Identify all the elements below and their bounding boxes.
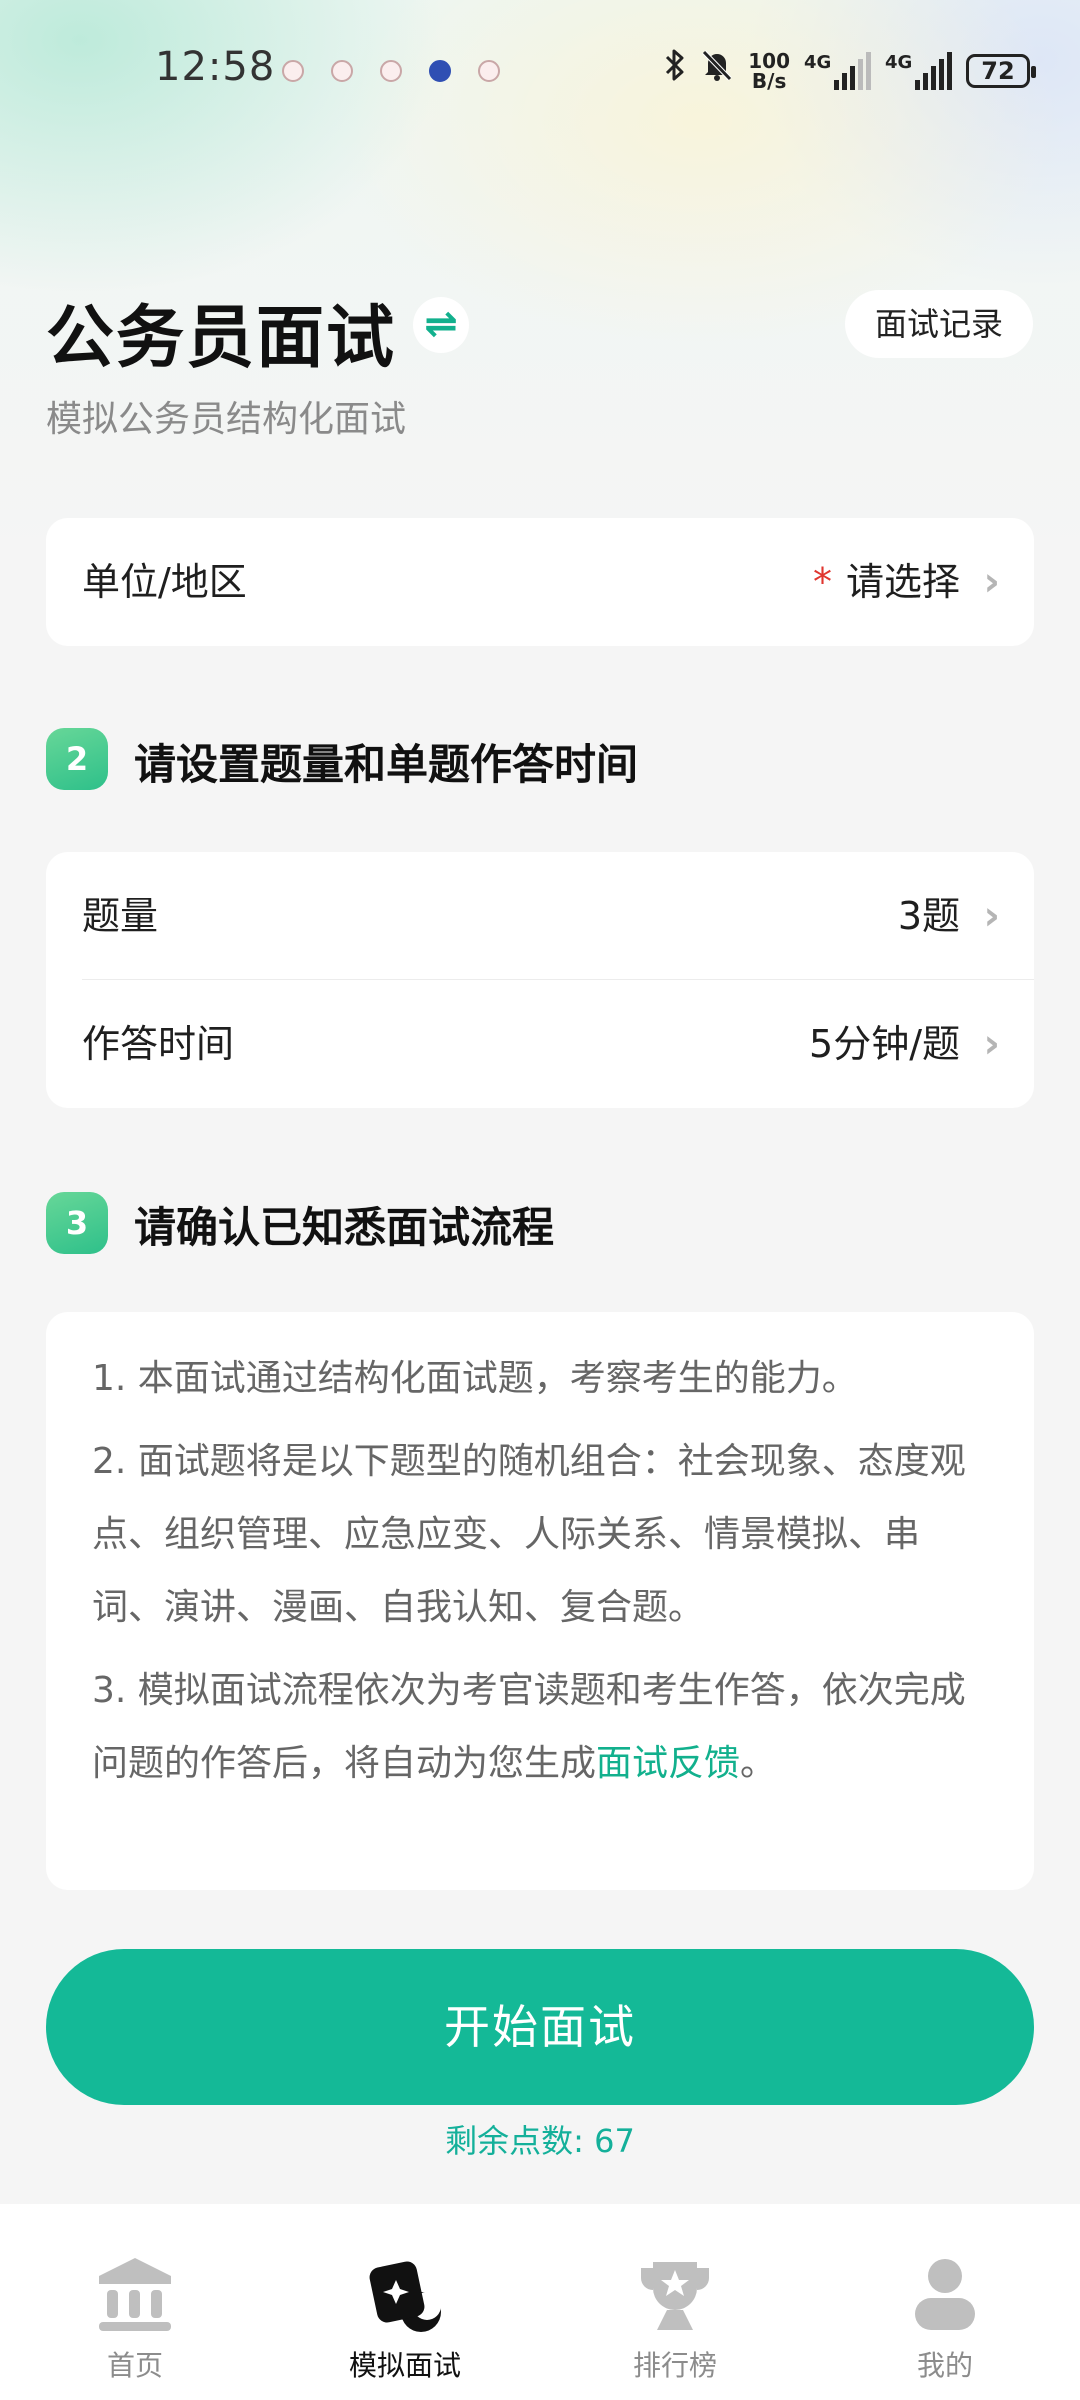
interview-cards-icon xyxy=(369,2261,441,2332)
chevron-right-icon: › xyxy=(983,1021,1000,1067)
bank-icon xyxy=(99,2258,171,2331)
status-bar: 12:58 100 B/s 4G 4G 72 xyxy=(0,0,1080,145)
notification-icon xyxy=(429,60,451,82)
network-speed-value: 100 xyxy=(748,48,790,73)
process-item: 3. 模拟面试流程依次为考官读题和考生作答，依次完成问题的作答后，将自动为您生成… xyxy=(92,1654,988,1800)
required-mark: * xyxy=(812,560,832,604)
page-subtitle: 模拟公务员结构化面试 xyxy=(46,399,407,440)
chevron-right-icon: › xyxy=(983,893,1000,939)
user-icon xyxy=(915,2259,975,2330)
clock: 12:58 xyxy=(155,44,276,90)
process-item-text: 3. 模拟面试流程依次为考官读题和考生作答，依次完成问题的作答后，将自动为您生成 xyxy=(92,1670,966,1784)
network-speed: 100 B/s xyxy=(748,51,790,91)
answer-time-value: 5分钟/题 xyxy=(809,1022,960,1066)
start-interview-button[interactable]: 开始面试 xyxy=(46,1949,1034,2105)
notification-icon xyxy=(478,60,500,82)
remaining-points: 剩余点数: 67 xyxy=(445,2122,635,2160)
notification-icon xyxy=(282,60,304,82)
unit-region-row[interactable]: 单位/地区 * 请选择 › xyxy=(46,518,1034,646)
process-item: 1. 本面试通过结构化面试题，考察考生的能力。 xyxy=(92,1358,858,1399)
tab-leaderboard[interactable]: 排行榜 xyxy=(540,2204,810,2400)
switch-icon[interactable]: ⇌ xyxy=(413,297,469,353)
process-item-end: 。 xyxy=(740,1743,777,1784)
tab-label: 模拟面试 xyxy=(348,2349,461,2382)
mute-bell-icon xyxy=(700,48,734,93)
unit-region-value: * 请选择 xyxy=(813,518,960,646)
tab-label: 我的 xyxy=(916,2349,973,2382)
process-item: 2. 面试题将是以下题型的随机组合：社会现象、态度观点、组织管理、应急应变、人际… xyxy=(92,1441,966,1628)
tab-mock-interview[interactable]: 模拟面试 xyxy=(270,2204,540,2400)
answer-time-label: 作答时间 xyxy=(82,1022,235,1066)
interview-record-button[interactable]: 面试记录 xyxy=(845,290,1033,358)
battery-icon: 72 xyxy=(966,53,1036,88)
unit-region-card: 单位/地区 * 请选择 › xyxy=(46,518,1034,646)
question-count-label: 题量 xyxy=(82,894,159,938)
interview-feedback-link[interactable]: 面试反馈 xyxy=(596,1743,740,1784)
trophy-icon xyxy=(641,2262,709,2330)
step-badge: 3 xyxy=(46,1192,108,1254)
notification-icons xyxy=(282,60,500,82)
tab-label: 排行榜 xyxy=(632,2349,717,2382)
interview-process-card: 1. 本面试通过结构化面试题，考察考生的能力。 2. 面试题将是以下题型的随机组… xyxy=(46,1312,1034,1890)
tab-home[interactable]: 首页 xyxy=(0,2204,270,2400)
step-title: 请确认已知悉面试流程 xyxy=(134,1203,555,1252)
question-count-value: 3题 xyxy=(897,894,960,938)
question-settings-card: 题量 3题 › 作答时间 5分钟/题 › xyxy=(46,852,1034,1108)
sim1-label: 4G xyxy=(804,51,832,73)
step-title: 请设置题量和单题作答时间 xyxy=(134,740,639,789)
system-status: 100 B/s 4G 4G 72 xyxy=(664,48,1036,93)
tab-profile[interactable]: 我的 xyxy=(810,2204,1080,2400)
unit-region-label: 单位/地区 xyxy=(82,560,247,604)
signal-sim1-icon: 4G xyxy=(804,51,871,90)
bottom-tab-bar: 首页 模拟面试 排行榜 我的 xyxy=(0,2204,1080,2400)
question-count-row[interactable]: 题量 3题 › xyxy=(46,852,1034,980)
sim2-label: 4G xyxy=(885,51,913,73)
network-speed-unit: B/s xyxy=(751,68,787,93)
chevron-right-icon: › xyxy=(983,559,1000,605)
notification-icon xyxy=(380,60,402,82)
step-badge: 2 xyxy=(46,728,108,790)
notification-icon xyxy=(331,60,353,82)
signal-sim2-icon: 4G xyxy=(885,51,952,90)
bluetooth-icon xyxy=(664,48,686,93)
unit-region-placeholder: 请选择 xyxy=(845,560,960,604)
page-title: 公务员面试 xyxy=(46,299,397,378)
answer-time-row[interactable]: 作答时间 5分钟/题 › xyxy=(46,980,1034,1108)
tab-label: 首页 xyxy=(106,2349,163,2382)
